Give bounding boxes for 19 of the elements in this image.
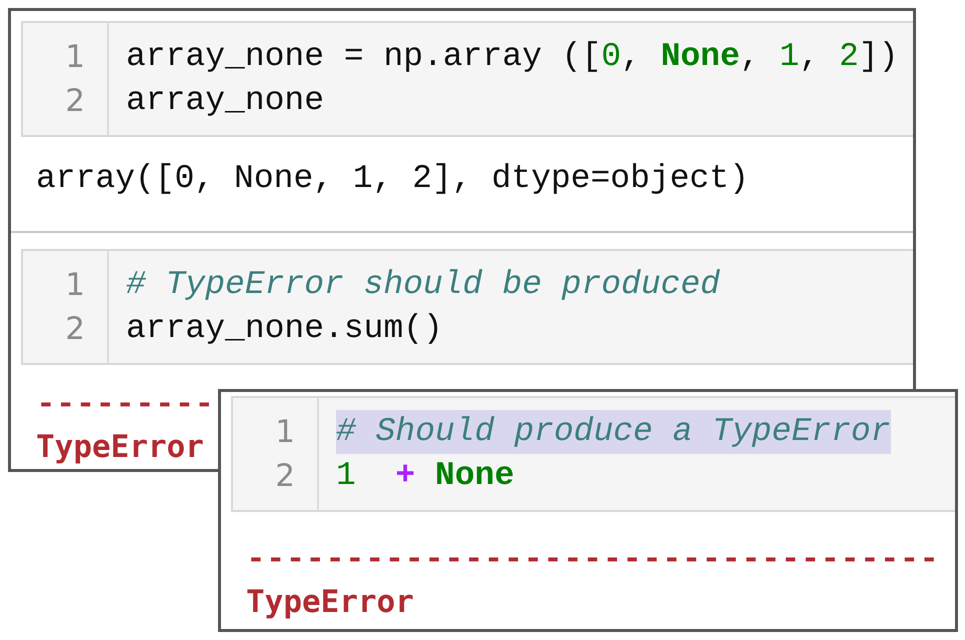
code-line: # TypeError should be produced (126, 265, 720, 305)
line-number: 2 (65, 82, 85, 121)
error-name: TypeError (246, 583, 414, 622)
line-number: 1 (275, 413, 295, 452)
error-separator: --------- (36, 385, 214, 425)
code-cell[interactable]: 1 2 # TypeError should be produced array_none.sum() (21, 249, 913, 365)
code-line: 1 + None (336, 456, 514, 496)
line-number: 2 (275, 457, 295, 496)
code-cell[interactable]: 1 2 array_none = np.array ([0, None, 1, 2]) array_none (21, 21, 913, 137)
line-number: 1 (65, 38, 85, 77)
code-cell[interactable]: 1 2 # Should produce a TypeError 1 + None (231, 396, 955, 512)
error-separator: ----------------------------------- (246, 540, 940, 580)
code-line: array_none (126, 81, 324, 121)
code-line: array_none.sum() (126, 309, 443, 349)
line-number: 2 (65, 310, 85, 349)
code-line: array_none = np.array ([0, None, 1, 2]) (126, 37, 898, 77)
line-number: 1 (65, 266, 85, 305)
output-text: array([0, None, 1, 2], dtype=object) (36, 160, 749, 197)
error-name: TypeError (36, 428, 204, 467)
